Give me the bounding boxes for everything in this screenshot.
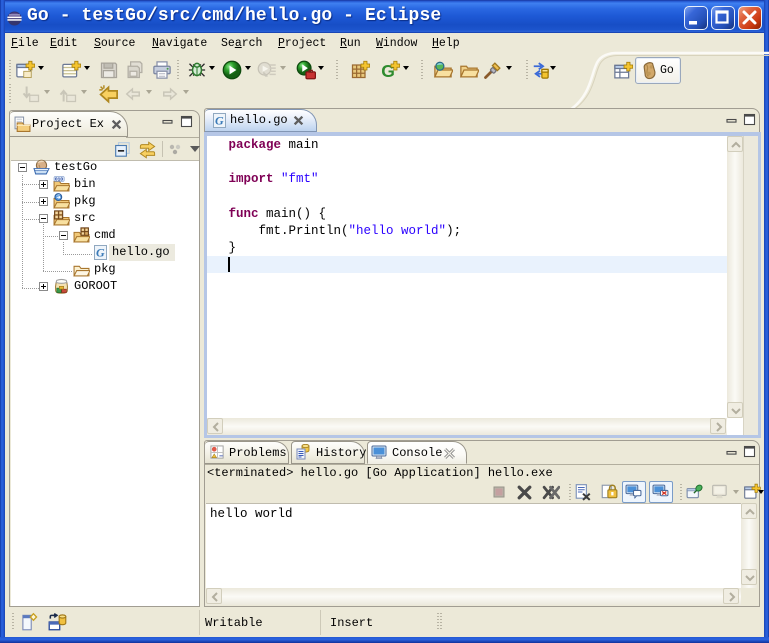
svg-text:G: G [215,114,224,128]
svg-text:G: G [96,246,105,260]
svg-text:010: 010 [55,177,63,183]
